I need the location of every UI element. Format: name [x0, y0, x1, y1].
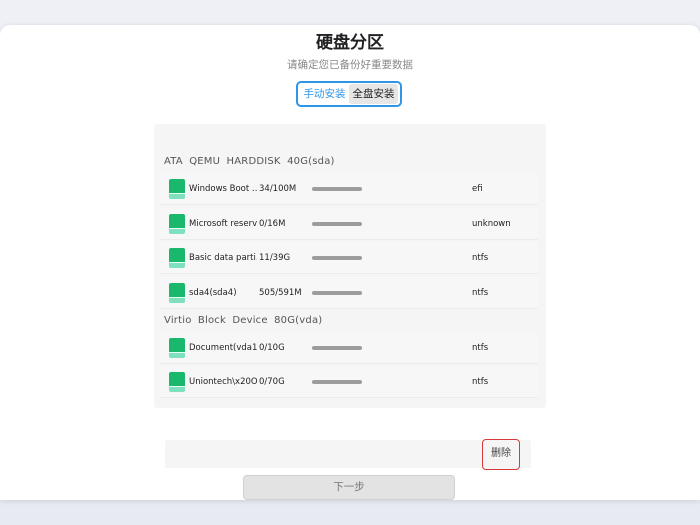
disk-partition-icon	[169, 338, 185, 358]
page-title: 硬盘分区	[316, 33, 384, 53]
partition-name: Windows Boot …	[189, 183, 257, 194]
disk-partition-icon	[169, 179, 185, 199]
partition-name: Uniontech\x20O…	[189, 376, 257, 387]
partition-name: Basic data parti…	[189, 252, 257, 263]
disk-partition-icon	[169, 248, 185, 268]
partition-size: 505/591M	[259, 287, 302, 298]
partition-filesystem: ntfs	[472, 342, 489, 353]
page-subtitle: 请确定您已备份好重要数据	[287, 59, 413, 71]
partition-row[interactable]: sda4(sda4) 505/591M ntfs	[160, 277, 538, 309]
usage-bar	[312, 222, 362, 226]
partition-row[interactable]: Uniontech\x20O… 0/70G ntfs	[160, 366, 538, 398]
partition-name: Microsoft reserv…	[189, 218, 257, 229]
usage-bar	[312, 256, 362, 260]
partition-filesystem: ntfs	[472, 252, 489, 263]
partition-list-panel: ATA QEMU HARDDISK 40G(sda) Windows Boot …	[154, 124, 546, 408]
install-mode-switch: 手动安装 全盘安装	[296, 81, 402, 107]
partition-size: 11/39G	[259, 252, 291, 263]
disk-partition-icon	[169, 372, 185, 392]
partition-filesystem: efi	[472, 183, 483, 194]
partition-row[interactable]: Windows Boot … 34/100M efi	[160, 173, 538, 205]
usage-bar	[312, 187, 362, 191]
usage-bar	[312, 291, 362, 295]
partition-row[interactable]: Basic data parti… 11/39G ntfs	[160, 242, 538, 274]
partition-size: 0/70G	[259, 376, 285, 387]
partition-filesystem: ntfs	[472, 376, 489, 387]
partition-name: sda4(sda4)	[189, 287, 237, 298]
manual-install-button[interactable]: 手动安装	[300, 84, 349, 104]
partition-row[interactable]: Document(vda1) 0/10G ntfs	[160, 332, 538, 364]
partition-row[interactable]: Microsoft reserv… 0/16M unknown	[160, 208, 538, 240]
partition-size: 0/16M	[259, 218, 286, 229]
usage-bar	[312, 346, 362, 350]
partition-size: 0/10G	[259, 342, 285, 353]
delete-partition-button[interactable]: 删除	[482, 439, 520, 470]
usage-bar	[312, 380, 362, 384]
disk-header-sda: ATA QEMU HARDDISK 40G(sda)	[164, 156, 335, 167]
full-disk-install-button[interactable]: 全盘安装	[349, 84, 398, 104]
partition-size: 34/100M	[259, 183, 297, 194]
partition-filesystem: unknown	[472, 218, 511, 229]
disk-header-vda: Virtio Block Device 80G(vda)	[164, 315, 323, 326]
partition-name: Document(vda1)	[189, 342, 257, 353]
partition-action-bar	[165, 440, 531, 468]
next-step-button[interactable]: 下一步	[243, 475, 455, 500]
disk-partition-icon	[169, 214, 185, 234]
partition-filesystem: ntfs	[472, 287, 489, 298]
disk-partition-icon	[169, 283, 185, 303]
